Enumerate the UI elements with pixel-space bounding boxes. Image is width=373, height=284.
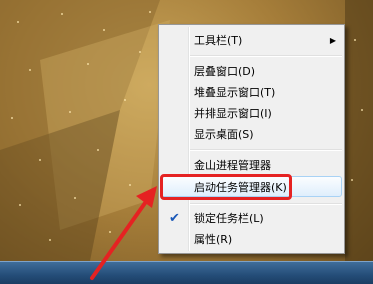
red-arrow-annotation — [90, 186, 157, 280]
